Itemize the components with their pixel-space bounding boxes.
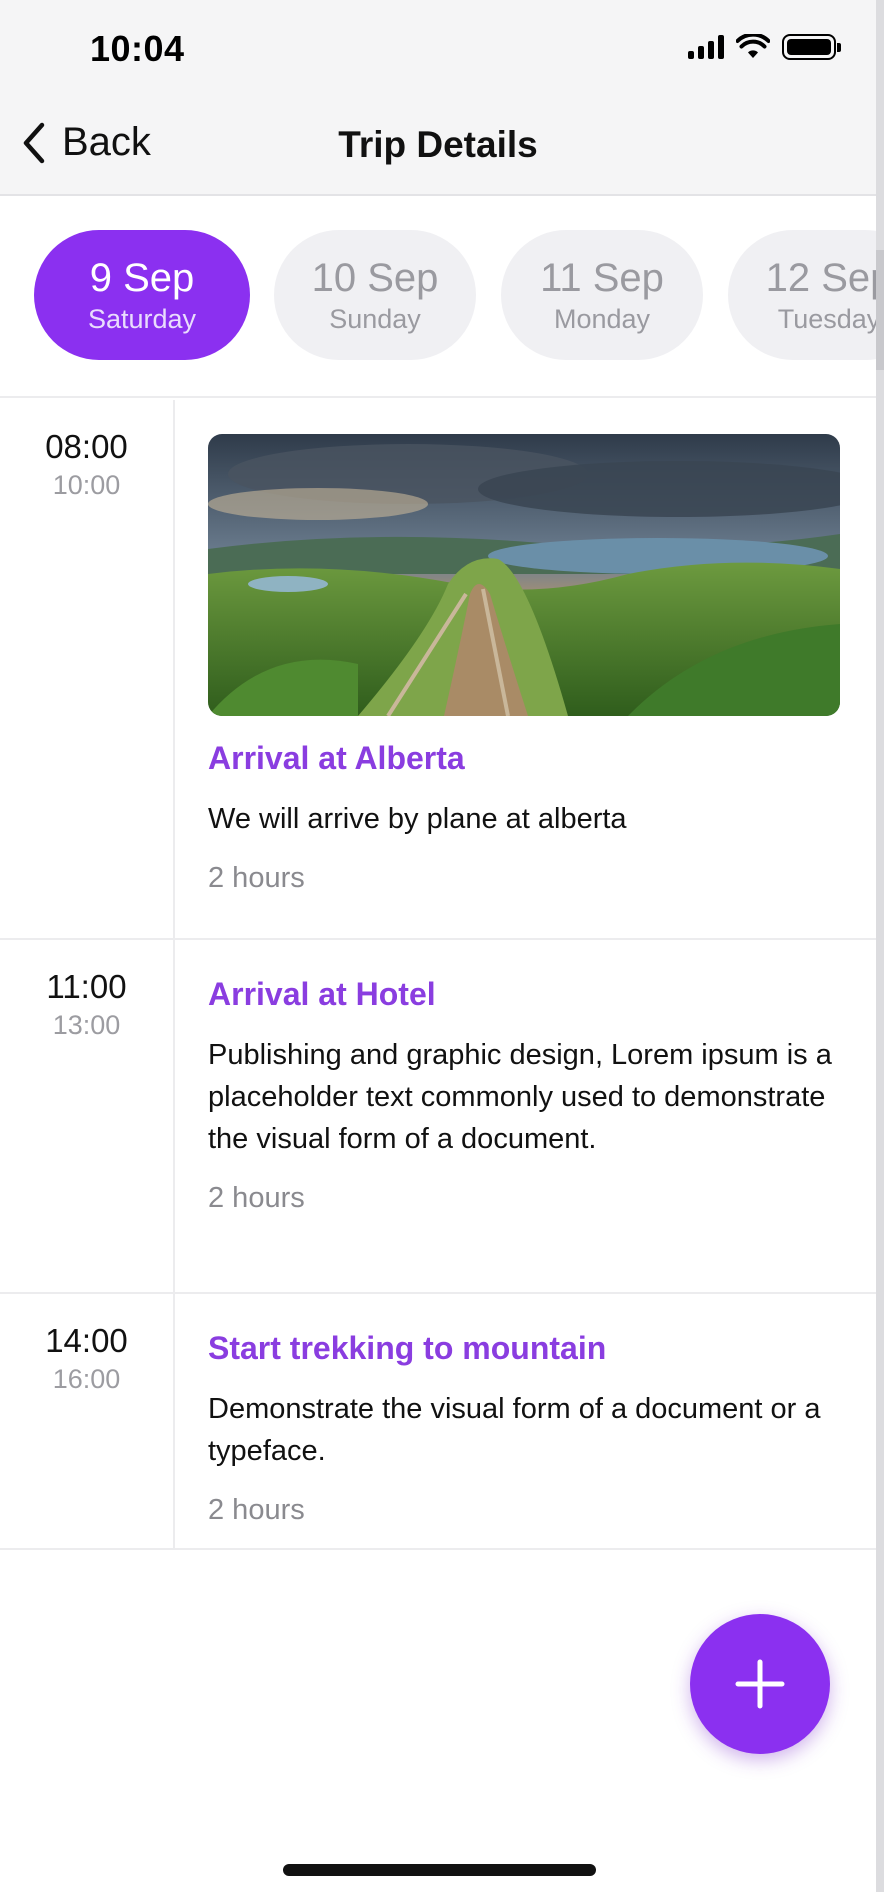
itinerary-timeline: 08:00 10:00 Arrival at Alberta We will a… bbox=[0, 400, 876, 1550]
end-time: 10:00 bbox=[52, 470, 121, 500]
event-content: Start trekking to mountain Demonstrate t… bbox=[208, 1294, 876, 1564]
status-icons bbox=[688, 34, 841, 60]
event-description: Publishing and graphic design, Lorem ips… bbox=[208, 1039, 832, 1155]
mountain-trail-image bbox=[208, 434, 840, 716]
date-chip-day: 9 Sep bbox=[89, 256, 195, 300]
date-chip-10-sep[interactable]: 10 Sep Sunday bbox=[274, 230, 476, 360]
date-chip-12-sep[interactable]: 12 Sep Tuesday bbox=[728, 230, 876, 360]
battery-icon bbox=[782, 34, 841, 60]
date-chip-9-sep[interactable]: 9 Sep Saturday bbox=[34, 230, 250, 360]
event-duration: 2 hours bbox=[208, 1494, 305, 1526]
end-time: 16:00 bbox=[52, 1364, 121, 1394]
itinerary-item[interactable]: 08:00 10:00 Arrival at Alberta We will a… bbox=[0, 400, 876, 940]
itinerary-item[interactable]: 14:00 16:00 Start trekking to mountain D… bbox=[0, 1294, 876, 1550]
status-time: 10:04 bbox=[90, 28, 185, 69]
scrollbar-thumb[interactable] bbox=[876, 250, 884, 370]
event-title: Arrival at Hotel bbox=[208, 976, 436, 1012]
header: 10:04 Back Trip Details bbox=[0, 0, 876, 196]
scrollbar[interactable] bbox=[876, 0, 884, 1892]
date-chip-day: 11 Sep bbox=[540, 256, 664, 300]
event-title: Arrival at Alberta bbox=[208, 740, 465, 776]
event-content: Arrival at Hotel Publishing and graphic … bbox=[208, 940, 876, 1252]
time-column: 08:00 10:00 bbox=[0, 400, 175, 938]
end-time: 13:00 bbox=[52, 1010, 121, 1040]
wifi-icon bbox=[736, 34, 770, 58]
trip-details-screen: 10:04 Back Trip Details 9 Sep Saturday 1… bbox=[0, 0, 884, 1892]
plus-icon bbox=[735, 1659, 785, 1709]
itinerary-item[interactable]: 11:00 13:00 Arrival at Hotel Publishing … bbox=[0, 940, 876, 1294]
date-chip-weekday: Saturday bbox=[87, 304, 197, 334]
event-title: Start trekking to mountain bbox=[208, 1330, 607, 1366]
start-time: 08:00 bbox=[45, 428, 128, 465]
date-chip-day: 12 Sep bbox=[765, 256, 876, 300]
event-duration: 2 hours bbox=[208, 1182, 305, 1214]
time-column: 14:00 16:00 bbox=[0, 1294, 175, 1548]
start-time: 14:00 bbox=[45, 1322, 128, 1359]
date-chip-weekday: Sunday bbox=[329, 304, 421, 334]
cellular-signal-icon bbox=[688, 35, 724, 59]
event-description: We will arrive by plane at alberta bbox=[208, 803, 627, 835]
page-title: Trip Details bbox=[338, 124, 538, 165]
date-chip-11-sep[interactable]: 11 Sep Monday bbox=[501, 230, 703, 360]
date-chip-weekday: Tuesday bbox=[777, 304, 876, 334]
start-time: 11:00 bbox=[46, 968, 127, 1005]
event-photo bbox=[208, 434, 840, 716]
event-description: Demonstrate the visual form of a documen… bbox=[208, 1393, 821, 1467]
date-selector: 9 Sep Saturday 10 Sep Sunday 11 Sep Mond… bbox=[0, 198, 876, 398]
add-event-button[interactable] bbox=[690, 1614, 830, 1754]
time-column: 11:00 13:00 bbox=[0, 940, 175, 1292]
event-content: Arrival at Alberta We will arrive by pla… bbox=[208, 400, 876, 932]
event-duration: 2 hours bbox=[208, 862, 305, 894]
home-indicator[interactable] bbox=[283, 1864, 596, 1876]
date-chip-day: 10 Sep bbox=[311, 256, 439, 300]
date-chip-weekday: Monday bbox=[553, 304, 651, 334]
